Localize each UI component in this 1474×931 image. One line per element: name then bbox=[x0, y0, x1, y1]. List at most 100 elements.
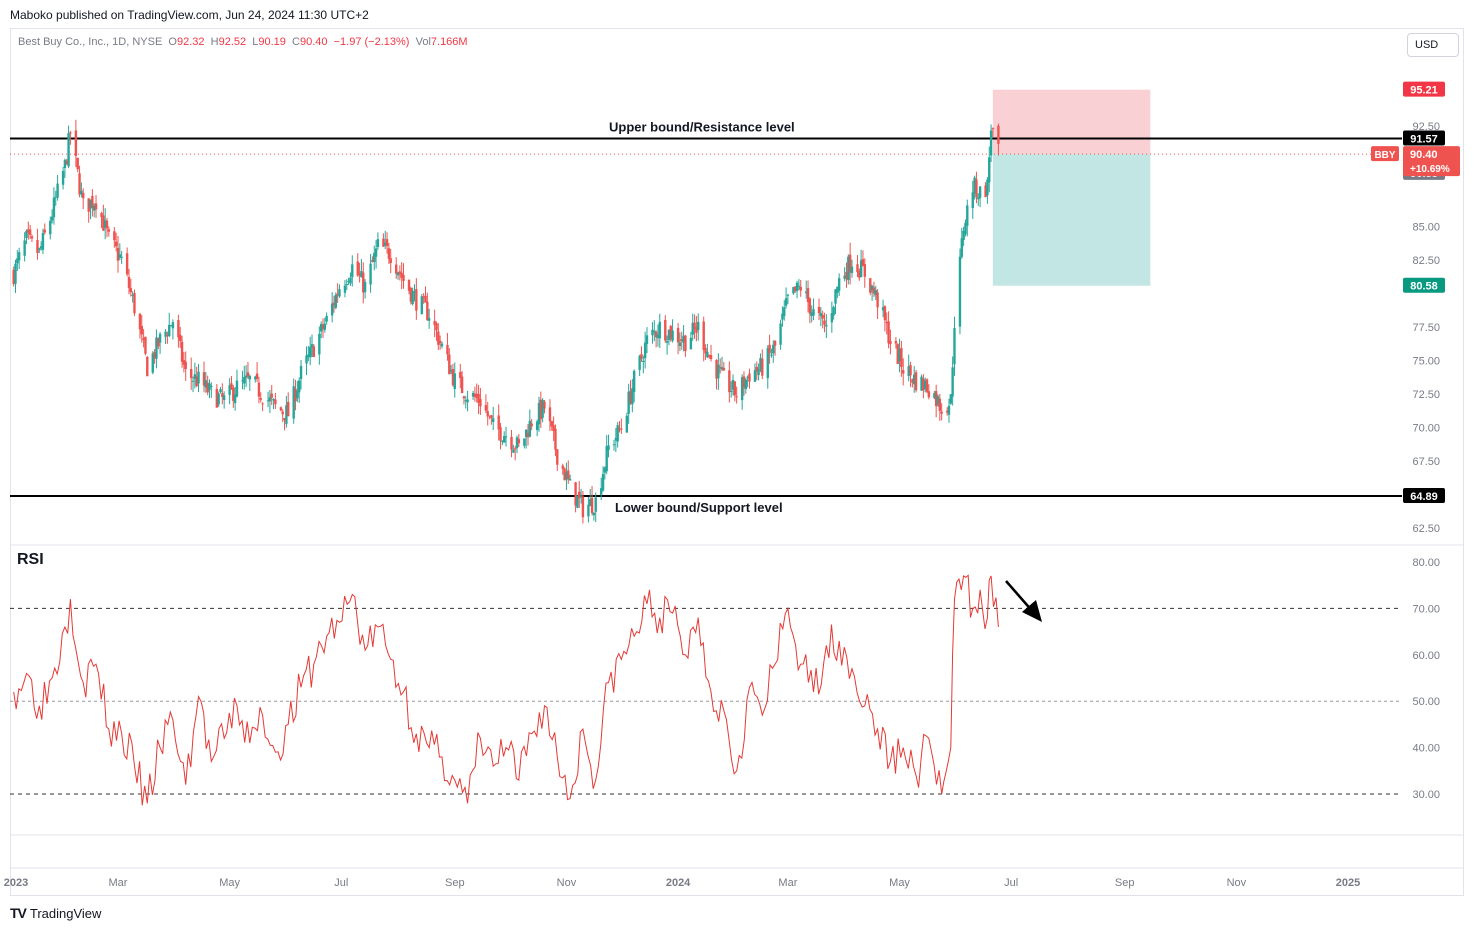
candle-body bbox=[184, 361, 187, 369]
time-tick-label: Sep bbox=[1115, 877, 1135, 889]
candle-body bbox=[900, 348, 903, 367]
candle-body bbox=[492, 418, 495, 423]
candle-body bbox=[729, 390, 733, 392]
candle-body bbox=[616, 425, 619, 442]
candle-body bbox=[243, 376, 246, 384]
price-tick-label: 77.50 bbox=[1412, 322, 1440, 334]
candle-body bbox=[30, 236, 34, 239]
candle-body bbox=[548, 407, 552, 422]
rsi-pane: RSI bbox=[10, 551, 1402, 806]
candle-body bbox=[783, 307, 786, 317]
take-profit-zone bbox=[992, 154, 1151, 286]
candle-body bbox=[248, 375, 251, 380]
candle-body bbox=[180, 341, 184, 362]
candle-body bbox=[863, 264, 866, 277]
candle-body bbox=[702, 321, 705, 350]
candle-body bbox=[217, 393, 220, 405]
candle-body bbox=[297, 380, 301, 393]
rsi-tick-label: 70.00 bbox=[1412, 603, 1440, 615]
rsi-tick-label: 30.00 bbox=[1412, 789, 1440, 801]
level-lines: Upper bound/Resistance level Lower bound/… bbox=[10, 119, 1402, 515]
candle-body bbox=[453, 373, 456, 389]
rsi-tick-label: 60.00 bbox=[1412, 650, 1440, 662]
candle-body bbox=[356, 261, 359, 276]
time-tick-label: Mar bbox=[109, 877, 128, 889]
candle-body bbox=[966, 205, 969, 226]
candle-body bbox=[728, 370, 731, 393]
candle-body bbox=[374, 248, 378, 257]
candle-body bbox=[894, 340, 898, 344]
candle-body bbox=[697, 321, 700, 331]
candle-body bbox=[876, 292, 879, 308]
candle-body bbox=[36, 240, 39, 253]
candle-body bbox=[140, 325, 143, 335]
candle-body bbox=[38, 248, 41, 250]
candle-body bbox=[133, 293, 136, 314]
candle-body bbox=[222, 395, 226, 401]
candle-body bbox=[773, 340, 777, 346]
candle-body bbox=[607, 445, 610, 450]
candle-body bbox=[625, 415, 629, 433]
candle-body bbox=[191, 380, 195, 382]
candle-body bbox=[281, 411, 284, 415]
candle-body bbox=[592, 512, 596, 516]
price-tick-label: 62.50 bbox=[1412, 523, 1440, 535]
candle-body bbox=[601, 473, 605, 491]
candle-body bbox=[927, 391, 931, 398]
candle-body bbox=[925, 379, 929, 392]
candle-body bbox=[330, 303, 334, 316]
candle-body bbox=[105, 220, 109, 229]
support-price-text: 64.89 bbox=[1410, 491, 1438, 503]
candle-body bbox=[14, 263, 17, 284]
price-tick-label: 85.00 bbox=[1412, 222, 1440, 234]
tradingview-logo[interactable]: TV TradingView bbox=[10, 905, 101, 921]
resistance-price-text: 91.57 bbox=[1410, 133, 1438, 145]
candle-body bbox=[334, 294, 338, 308]
candle-body bbox=[387, 248, 391, 259]
candle-body bbox=[411, 290, 414, 304]
candle-body bbox=[259, 398, 262, 400]
candle-body bbox=[179, 334, 182, 342]
time-tick-label: May bbox=[889, 877, 910, 889]
candle-body bbox=[395, 264, 398, 274]
candle-body bbox=[556, 449, 559, 465]
candle-body bbox=[579, 495, 583, 497]
candle-body bbox=[578, 491, 581, 499]
candle-body bbox=[351, 264, 354, 278]
candle-body bbox=[812, 309, 815, 316]
price-tick-label: 67.50 bbox=[1412, 456, 1440, 468]
time-tick-label: 2025 bbox=[1336, 877, 1360, 889]
candle-body bbox=[978, 186, 982, 198]
candle-body bbox=[779, 323, 782, 345]
candle-body bbox=[67, 133, 70, 167]
candle-body bbox=[312, 346, 316, 357]
price-tick-label: 70.00 bbox=[1412, 423, 1440, 435]
candle-body bbox=[28, 229, 32, 235]
candle-body bbox=[144, 336, 147, 354]
price-and-rsi-chart[interactable]: Upper bound/Resistance level Lower bound/… bbox=[0, 0, 1474, 931]
candle-body bbox=[940, 411, 943, 414]
time-tick-label: Jul bbox=[1004, 877, 1018, 889]
candle-body bbox=[528, 420, 532, 437]
candle-body bbox=[825, 324, 828, 327]
candle-body bbox=[632, 370, 636, 393]
candle-body bbox=[41, 233, 45, 250]
price-tick-label: 72.50 bbox=[1412, 389, 1440, 401]
candle-body bbox=[287, 401, 290, 417]
candle-body bbox=[530, 423, 533, 427]
candle-body bbox=[953, 328, 956, 365]
candle-body bbox=[951, 367, 954, 397]
candle-body bbox=[462, 396, 466, 399]
candle-body bbox=[499, 427, 502, 441]
candle-body bbox=[960, 238, 963, 257]
candle-body bbox=[709, 355, 713, 360]
candle-body bbox=[479, 399, 482, 407]
stop-loss-zone bbox=[992, 89, 1151, 155]
rsi-tick-label: 80.00 bbox=[1412, 557, 1440, 569]
candle-body bbox=[125, 253, 129, 275]
candle-body bbox=[817, 306, 821, 314]
gridlines bbox=[10, 544, 1464, 869]
candle-body bbox=[343, 285, 347, 293]
down-arrow-icon bbox=[1005, 580, 1042, 622]
candle-body bbox=[605, 446, 608, 472]
